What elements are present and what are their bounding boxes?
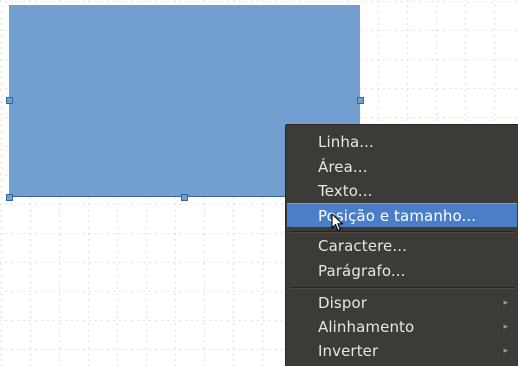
- menu-separator: [290, 287, 514, 289]
- resize-handle-left[interactable]: [6, 97, 13, 104]
- menu-item-alinhamento[interactable]: Alinhamento ▸: [286, 315, 518, 339]
- resize-handle-bottom[interactable]: [181, 194, 188, 201]
- menu-item-area[interactable]: Área...: [286, 155, 518, 179]
- resize-handle-bottom-left[interactable]: [6, 194, 13, 201]
- context-menu: Linha... Área... Texto... Posição e tama…: [286, 125, 518, 366]
- menu-item-texto[interactable]: Texto...: [286, 179, 518, 203]
- menu-item-label: Dispor: [318, 294, 367, 312]
- menu-item-label: Área...: [318, 158, 368, 176]
- menu-item-label: Alinhamento: [318, 318, 415, 336]
- submenu-arrow-icon: ▸: [503, 322, 508, 332]
- menu-item-label: Parágrafo...: [318, 262, 406, 280]
- menu-separator: [290, 231, 514, 233]
- menu-item-label: Caractere...: [318, 237, 407, 255]
- menu-item-inverter[interactable]: Inverter ▸: [286, 339, 518, 363]
- submenu-arrow-icon: ▸: [503, 346, 508, 356]
- submenu-arrow-icon: ▸: [503, 298, 508, 308]
- menu-item-label: Inverter: [318, 342, 379, 360]
- menu-item-label: Linha...: [318, 133, 374, 151]
- menu-item-dispor[interactable]: Dispor ▸: [286, 291, 518, 315]
- resize-handle-right[interactable]: [357, 97, 364, 104]
- menu-item-caractere[interactable]: Caractere...: [286, 234, 518, 258]
- menu-item-paragrafo[interactable]: Parágrafo...: [286, 259, 518, 283]
- menu-item-posicao-e-tamanho[interactable]: Posição e tamanho...: [287, 203, 517, 227]
- menu-item-label: Texto...: [318, 182, 373, 200]
- mouse-pointer-icon: [331, 213, 344, 232]
- menu-item-linha[interactable]: Linha...: [286, 130, 518, 154]
